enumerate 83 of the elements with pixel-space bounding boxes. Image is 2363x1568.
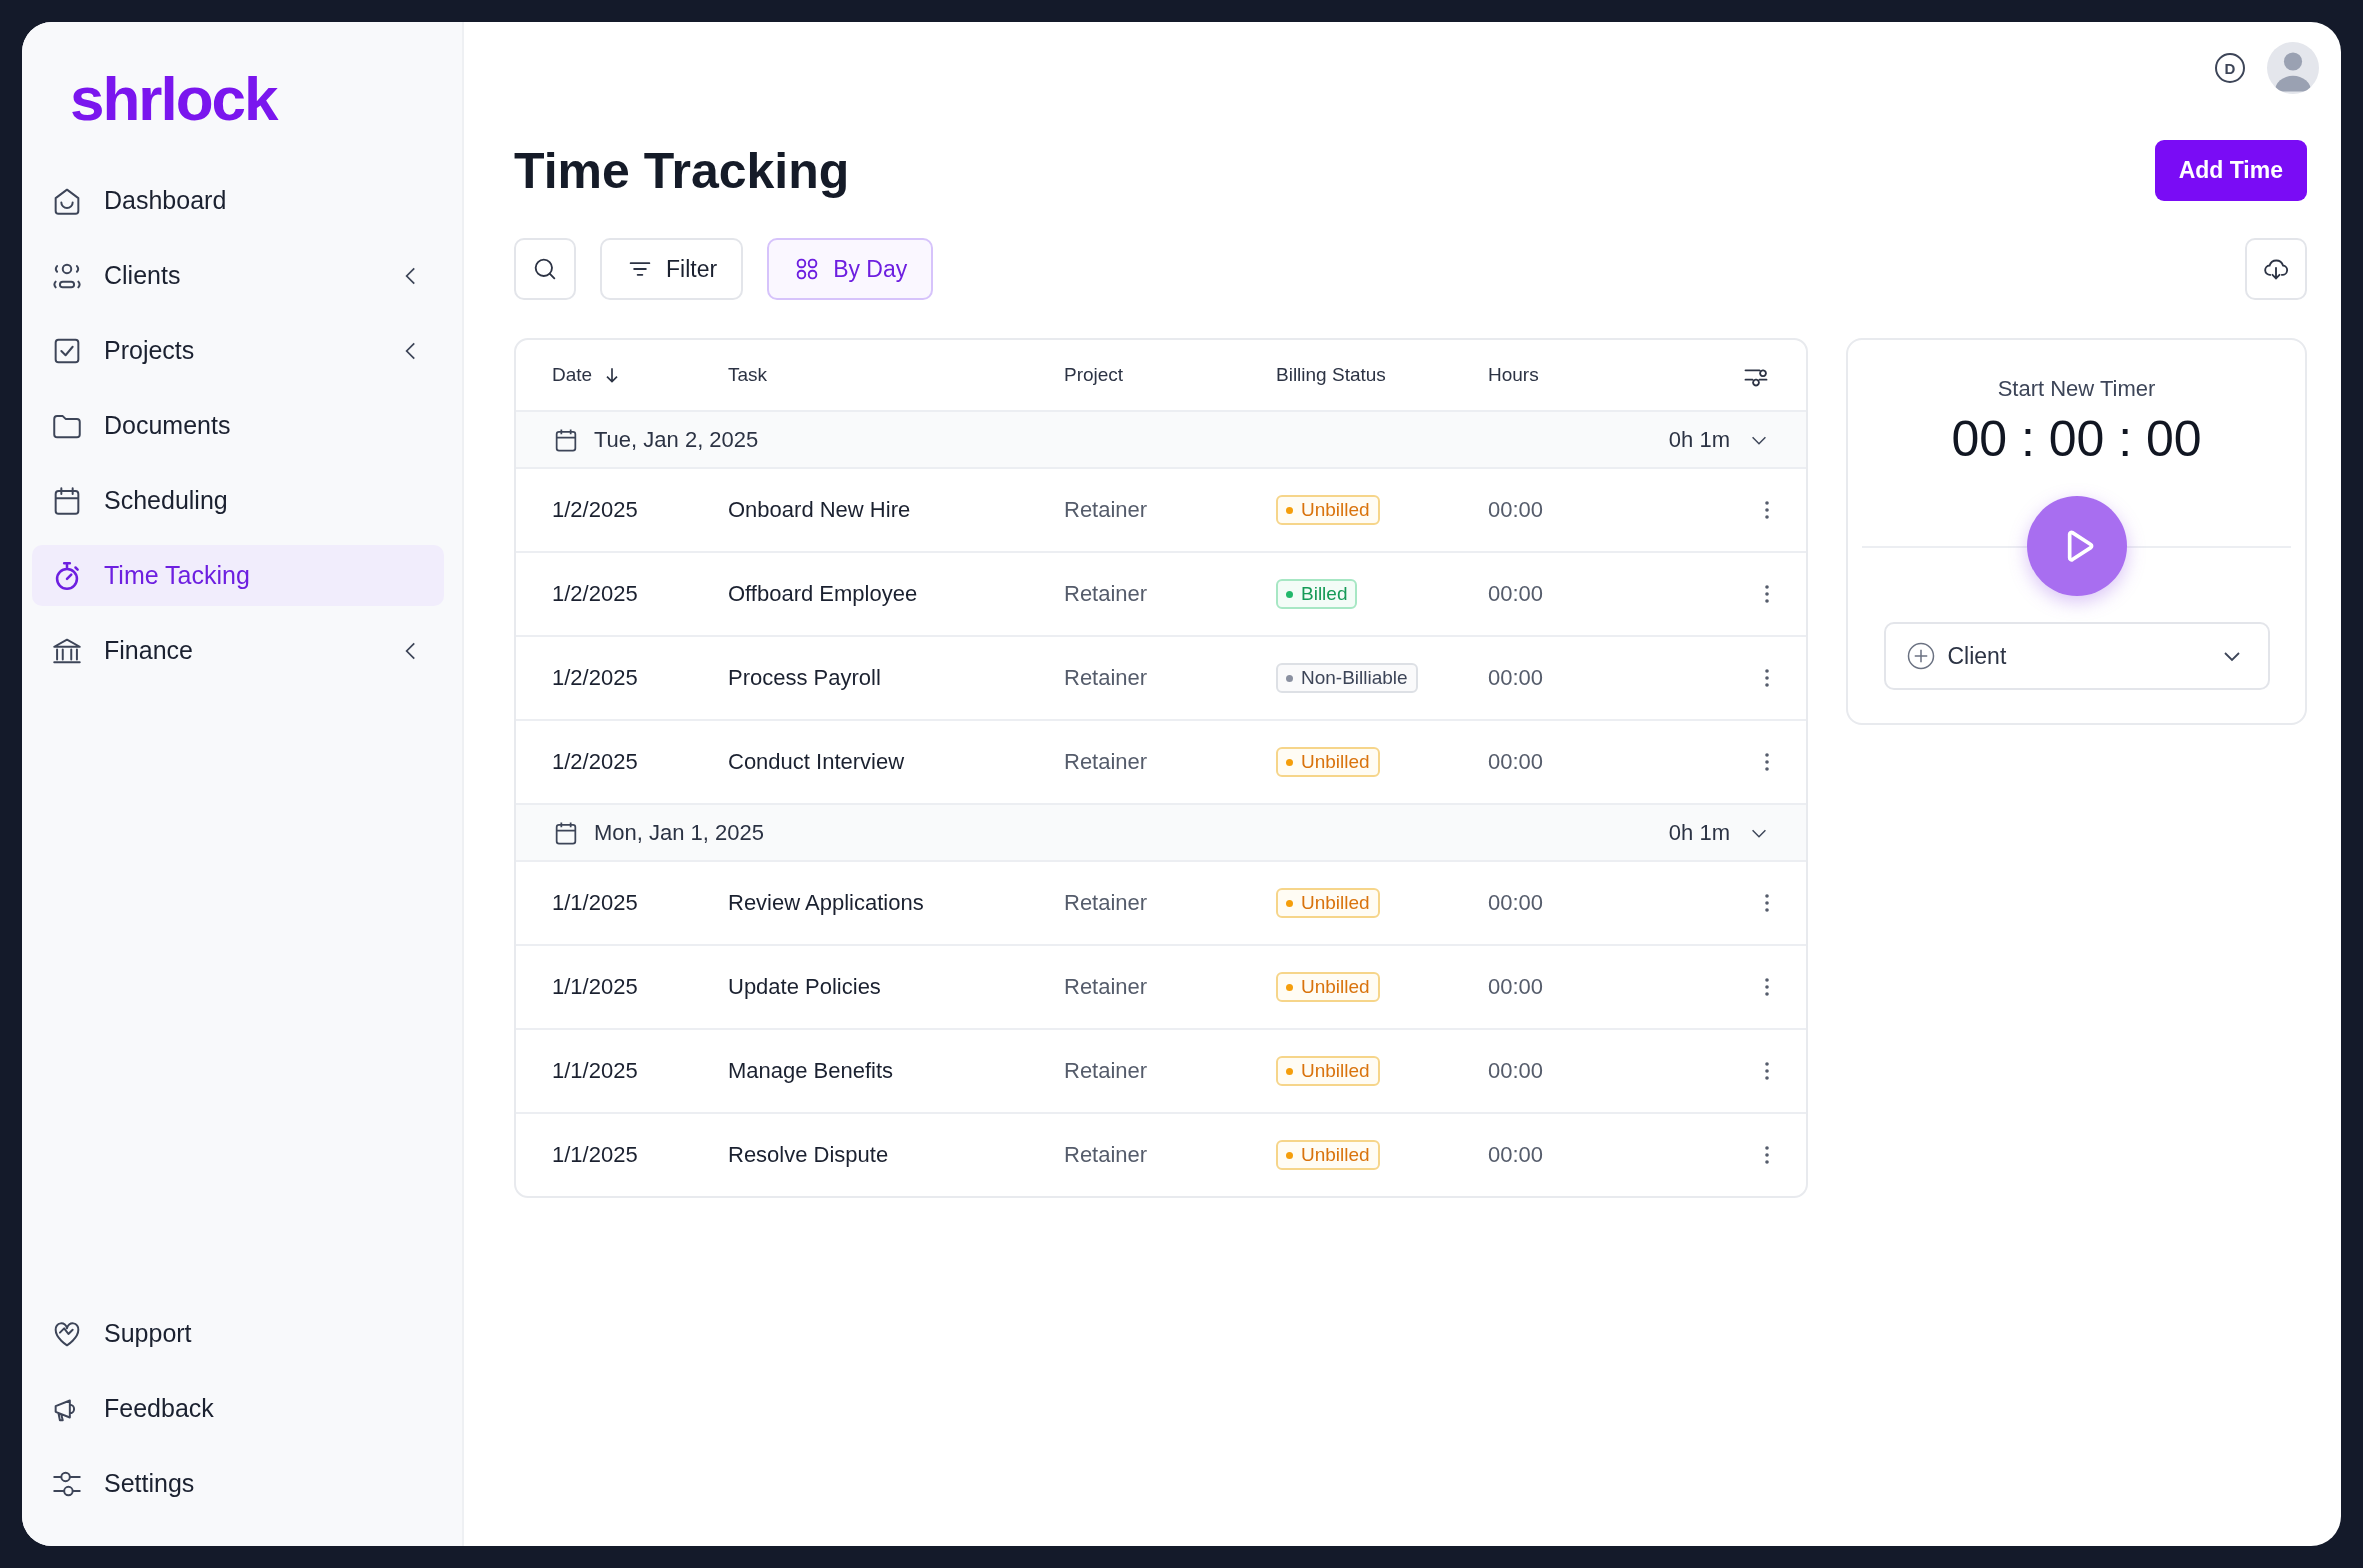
sidebar-item[interactable]: Dashboard <box>32 170 444 231</box>
project-cell: Retainer <box>1064 890 1148 916</box>
project-cell: Retainer <box>1064 497 1148 523</box>
play-button[interactable] <box>2026 496 2127 596</box>
more-options-icon[interactable] <box>1764 582 1770 606</box>
status-badge: Unbilled <box>1276 495 1380 525</box>
status-badge: Unbilled <box>1276 1140 1380 1170</box>
date-cell: 1/2/2025 <box>552 497 638 523</box>
sidebar-item[interactable]: Time Tacking <box>32 545 444 606</box>
date-cell: 1/2/2025 <box>552 665 638 691</box>
sidebar-item[interactable]: Scheduling <box>32 470 444 531</box>
project-cell: Retainer <box>1064 581 1148 607</box>
hours-cell: 00:00 <box>1488 1058 1544 1084</box>
task-cell: Offboard Employee <box>728 581 918 607</box>
avatar[interactable] <box>2267 42 2319 94</box>
more-options-icon[interactable] <box>1764 1143 1770 1167</box>
hours-cell: 00:00 <box>1488 581 1544 607</box>
hours-cell: 00:00 <box>1488 749 1544 775</box>
hours-cell: 00:00 <box>1488 890 1544 916</box>
group-total: 0h 1m <box>1668 426 1730 453</box>
date-cell: 1/1/2025 <box>552 1058 638 1084</box>
date-cell: 1/2/2025 <box>552 581 638 607</box>
column-header[interactable]: Task <box>728 364 768 386</box>
sidebar-item[interactable]: Feedback <box>32 1378 444 1439</box>
task-cell: Manage Benefits <box>728 1058 894 1084</box>
download-button[interactable] <box>2245 238 2307 300</box>
status-badge: Unbilled <box>1276 888 1380 918</box>
more-options-icon[interactable] <box>1764 750 1770 774</box>
more-options-icon[interactable] <box>1764 1059 1770 1083</box>
task-cell: Process Payroll <box>728 665 881 691</box>
status-badge: Unbilled <box>1276 972 1380 1002</box>
sidebar-item[interactable]: Support <box>32 1303 444 1364</box>
date-cell: 1/1/2025 <box>552 1142 638 1168</box>
sidebar-item[interactable]: Documents <box>32 395 444 456</box>
more-options-icon[interactable] <box>1764 975 1770 999</box>
date-cell: 1/1/2025 <box>552 890 638 916</box>
date-group-row[interactable]: Mon, Jan 1, 2025 0h 1m <box>516 805 1806 862</box>
more-options-icon[interactable] <box>1764 498 1770 522</box>
hours-cell: 00:00 <box>1488 1142 1544 1168</box>
add-time-button[interactable]: Add Time <box>2154 140 2307 201</box>
timer-title: Start New Timer <box>1997 376 2156 402</box>
status-badge: Billed <box>1276 579 1358 609</box>
account-badge[interactable]: D <box>2215 53 2245 83</box>
sidebar-item[interactable]: Projects <box>32 320 444 381</box>
hours-cell: 00:00 <box>1488 974 1544 1000</box>
column-header[interactable]: Billing Status <box>1276 364 1386 386</box>
task-cell: Update Policies <box>728 974 881 1000</box>
hours-cell: 00:00 <box>1488 665 1544 691</box>
status-badge: Unbilled <box>1276 747 1380 777</box>
search-button[interactable] <box>514 238 576 300</box>
timer-display: 00 : 00 : 00 <box>1951 410 2202 468</box>
task-cell: Review Applications <box>728 890 924 916</box>
date-cell: 1/2/2025 <box>552 749 638 775</box>
client-select[interactable]: Client <box>1883 622 2270 690</box>
sidebar-item[interactable]: Clients <box>32 245 444 306</box>
by-day-button[interactable]: By Day <box>767 238 934 300</box>
group-date: Mon, Jan 1, 2025 <box>594 819 764 846</box>
date-group-row[interactable]: Tue, Jan 2, 2025 0h 1m <box>516 412 1806 469</box>
project-cell: Retainer <box>1064 665 1148 691</box>
column-header[interactable]: Project <box>1064 364 1124 386</box>
filter-button[interactable]: Filter <box>600 238 744 300</box>
sidebar-item[interactable]: Finance <box>32 620 444 681</box>
group-total: 0h 1m <box>1668 819 1730 846</box>
status-badge: Non-Billiable <box>1276 663 1418 693</box>
sidebar-item[interactable]: Settings <box>32 1453 444 1514</box>
task-cell: Conduct Interview <box>728 749 905 775</box>
status-badge: Unbilled <box>1276 1056 1380 1086</box>
logo: shrlock <box>70 68 277 130</box>
column-header[interactable]: Hours <box>1488 364 1539 386</box>
task-cell: Onboard New Hire <box>728 497 911 523</box>
task-cell: Resolve Dispute <box>728 1142 889 1168</box>
more-options-icon[interactable] <box>1764 891 1770 915</box>
page-title: Time Tracking <box>514 141 850 200</box>
hours-cell: 00:00 <box>1488 497 1544 523</box>
project-cell: Retainer <box>1064 974 1148 1000</box>
plus-icon <box>1905 641 1936 671</box>
column-header[interactable]: Date <box>552 364 593 386</box>
project-cell: Retainer <box>1064 1142 1148 1168</box>
more-options-icon[interactable] <box>1764 666 1770 690</box>
group-date: Tue, Jan 2, 2025 <box>594 426 759 453</box>
date-cell: 1/1/2025 <box>552 974 638 1000</box>
project-cell: Retainer <box>1064 1058 1148 1084</box>
project-cell: Retainer <box>1064 749 1148 775</box>
